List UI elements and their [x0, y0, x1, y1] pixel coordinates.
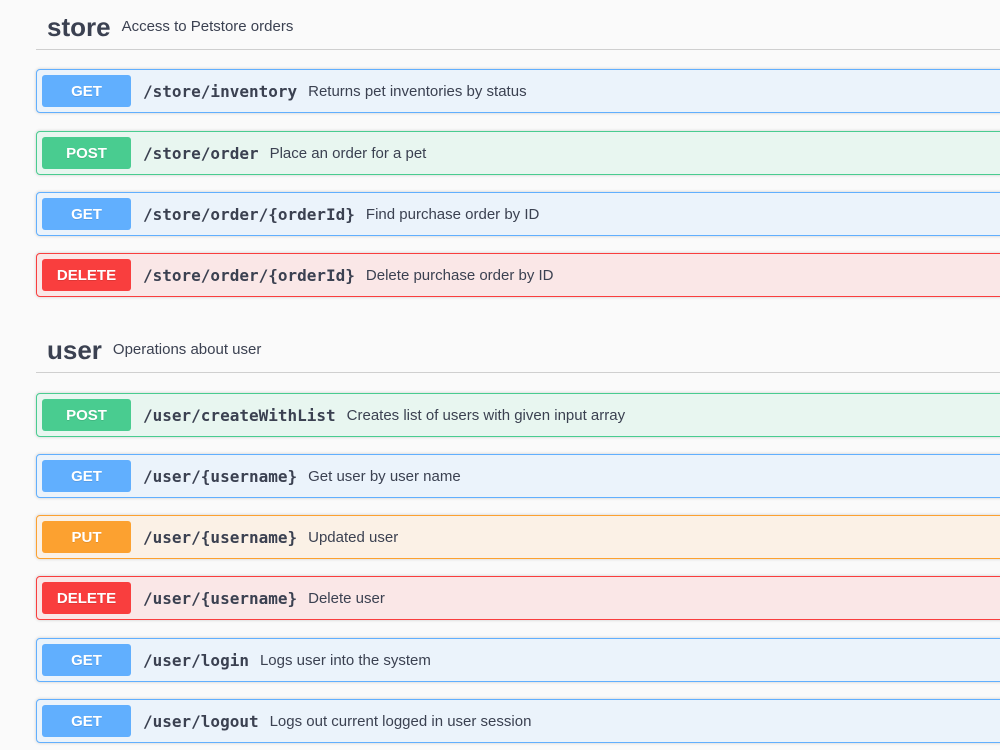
operation-get-store-inventory[interactable]: GET /store/inventory Returns pet invento…	[36, 69, 1000, 113]
method-badge: GET	[42, 75, 131, 107]
operation-get-user-login[interactable]: GET /user/login Logs user into the syste…	[36, 638, 1000, 682]
operation-summary: Delete user	[308, 589, 385, 607]
section-header-user[interactable]: user Operations about user	[36, 327, 1000, 373]
operation-summary: Find purchase order by ID	[365, 205, 540, 223]
operation-summary: Updated user	[308, 528, 399, 546]
operation-delete-store-order-by-id[interactable]: DELETE /store/order/{orderId} Delete pur…	[36, 253, 1000, 297]
operation-path: /user/{username}	[143, 527, 298, 547]
section-header-store[interactable]: store Access to Petstore orders	[36, 4, 1000, 50]
method-badge: DELETE	[42, 259, 131, 291]
swagger-operations-page: store Access to Petstore orders GET /sto…	[0, 0, 1000, 750]
method-badge: POST	[42, 137, 131, 169]
operation-summary: Delete purchase order by ID	[365, 266, 554, 284]
operation-path: /user/{username}	[143, 588, 298, 608]
section-description: Operations about user	[112, 341, 262, 358]
operation-summary: Get user by user name	[308, 467, 461, 485]
operation-get-store-order-by-id[interactable]: GET /store/order/{orderId} Find purchase…	[36, 192, 1000, 236]
operation-post-user-create-with-list[interactable]: POST /user/createWithList Creates list o…	[36, 393, 1000, 437]
operation-path: /store/order	[143, 143, 259, 163]
operation-post-store-order[interactable]: POST /store/order Place an order for a p…	[36, 131, 1000, 175]
method-badge: GET	[42, 460, 131, 492]
operation-path: /store/inventory	[143, 81, 298, 101]
section-title: user	[47, 334, 102, 365]
operation-get-user-by-username[interactable]: GET /user/{username} Get user by user na…	[36, 454, 1000, 498]
operation-summary: Logs user into the system	[259, 651, 431, 669]
method-badge: POST	[42, 399, 131, 431]
operation-get-user-logout[interactable]: GET /user/logout Logs out current logged…	[36, 699, 1000, 743]
operation-path: /user/createWithList	[143, 405, 336, 425]
section-title: store	[47, 11, 111, 42]
operation-put-user-by-username[interactable]: PUT /user/{username} Updated user	[36, 515, 1000, 559]
operation-summary: Creates list of users with given input a…	[346, 406, 626, 424]
method-badge: GET	[42, 705, 131, 737]
section-description: Access to Petstore orders	[121, 18, 294, 35]
method-badge: PUT	[42, 521, 131, 553]
operation-delete-user-by-username[interactable]: DELETE /user/{username} Delete user	[36, 576, 1000, 620]
operation-path: /user/logout	[143, 711, 259, 731]
operation-path: /user/login	[143, 650, 249, 670]
operation-summary: Logs out current logged in user session	[269, 712, 532, 730]
operation-path: /store/order/{orderId}	[143, 265, 355, 285]
operation-summary: Returns pet inventories by status	[308, 82, 527, 100]
operation-path: /store/order/{orderId}	[143, 204, 355, 224]
operation-path: /user/{username}	[143, 466, 298, 486]
method-badge: DELETE	[42, 582, 131, 614]
operation-summary: Place an order for a pet	[269, 144, 427, 162]
method-badge: GET	[42, 198, 131, 230]
method-badge: GET	[42, 644, 131, 676]
